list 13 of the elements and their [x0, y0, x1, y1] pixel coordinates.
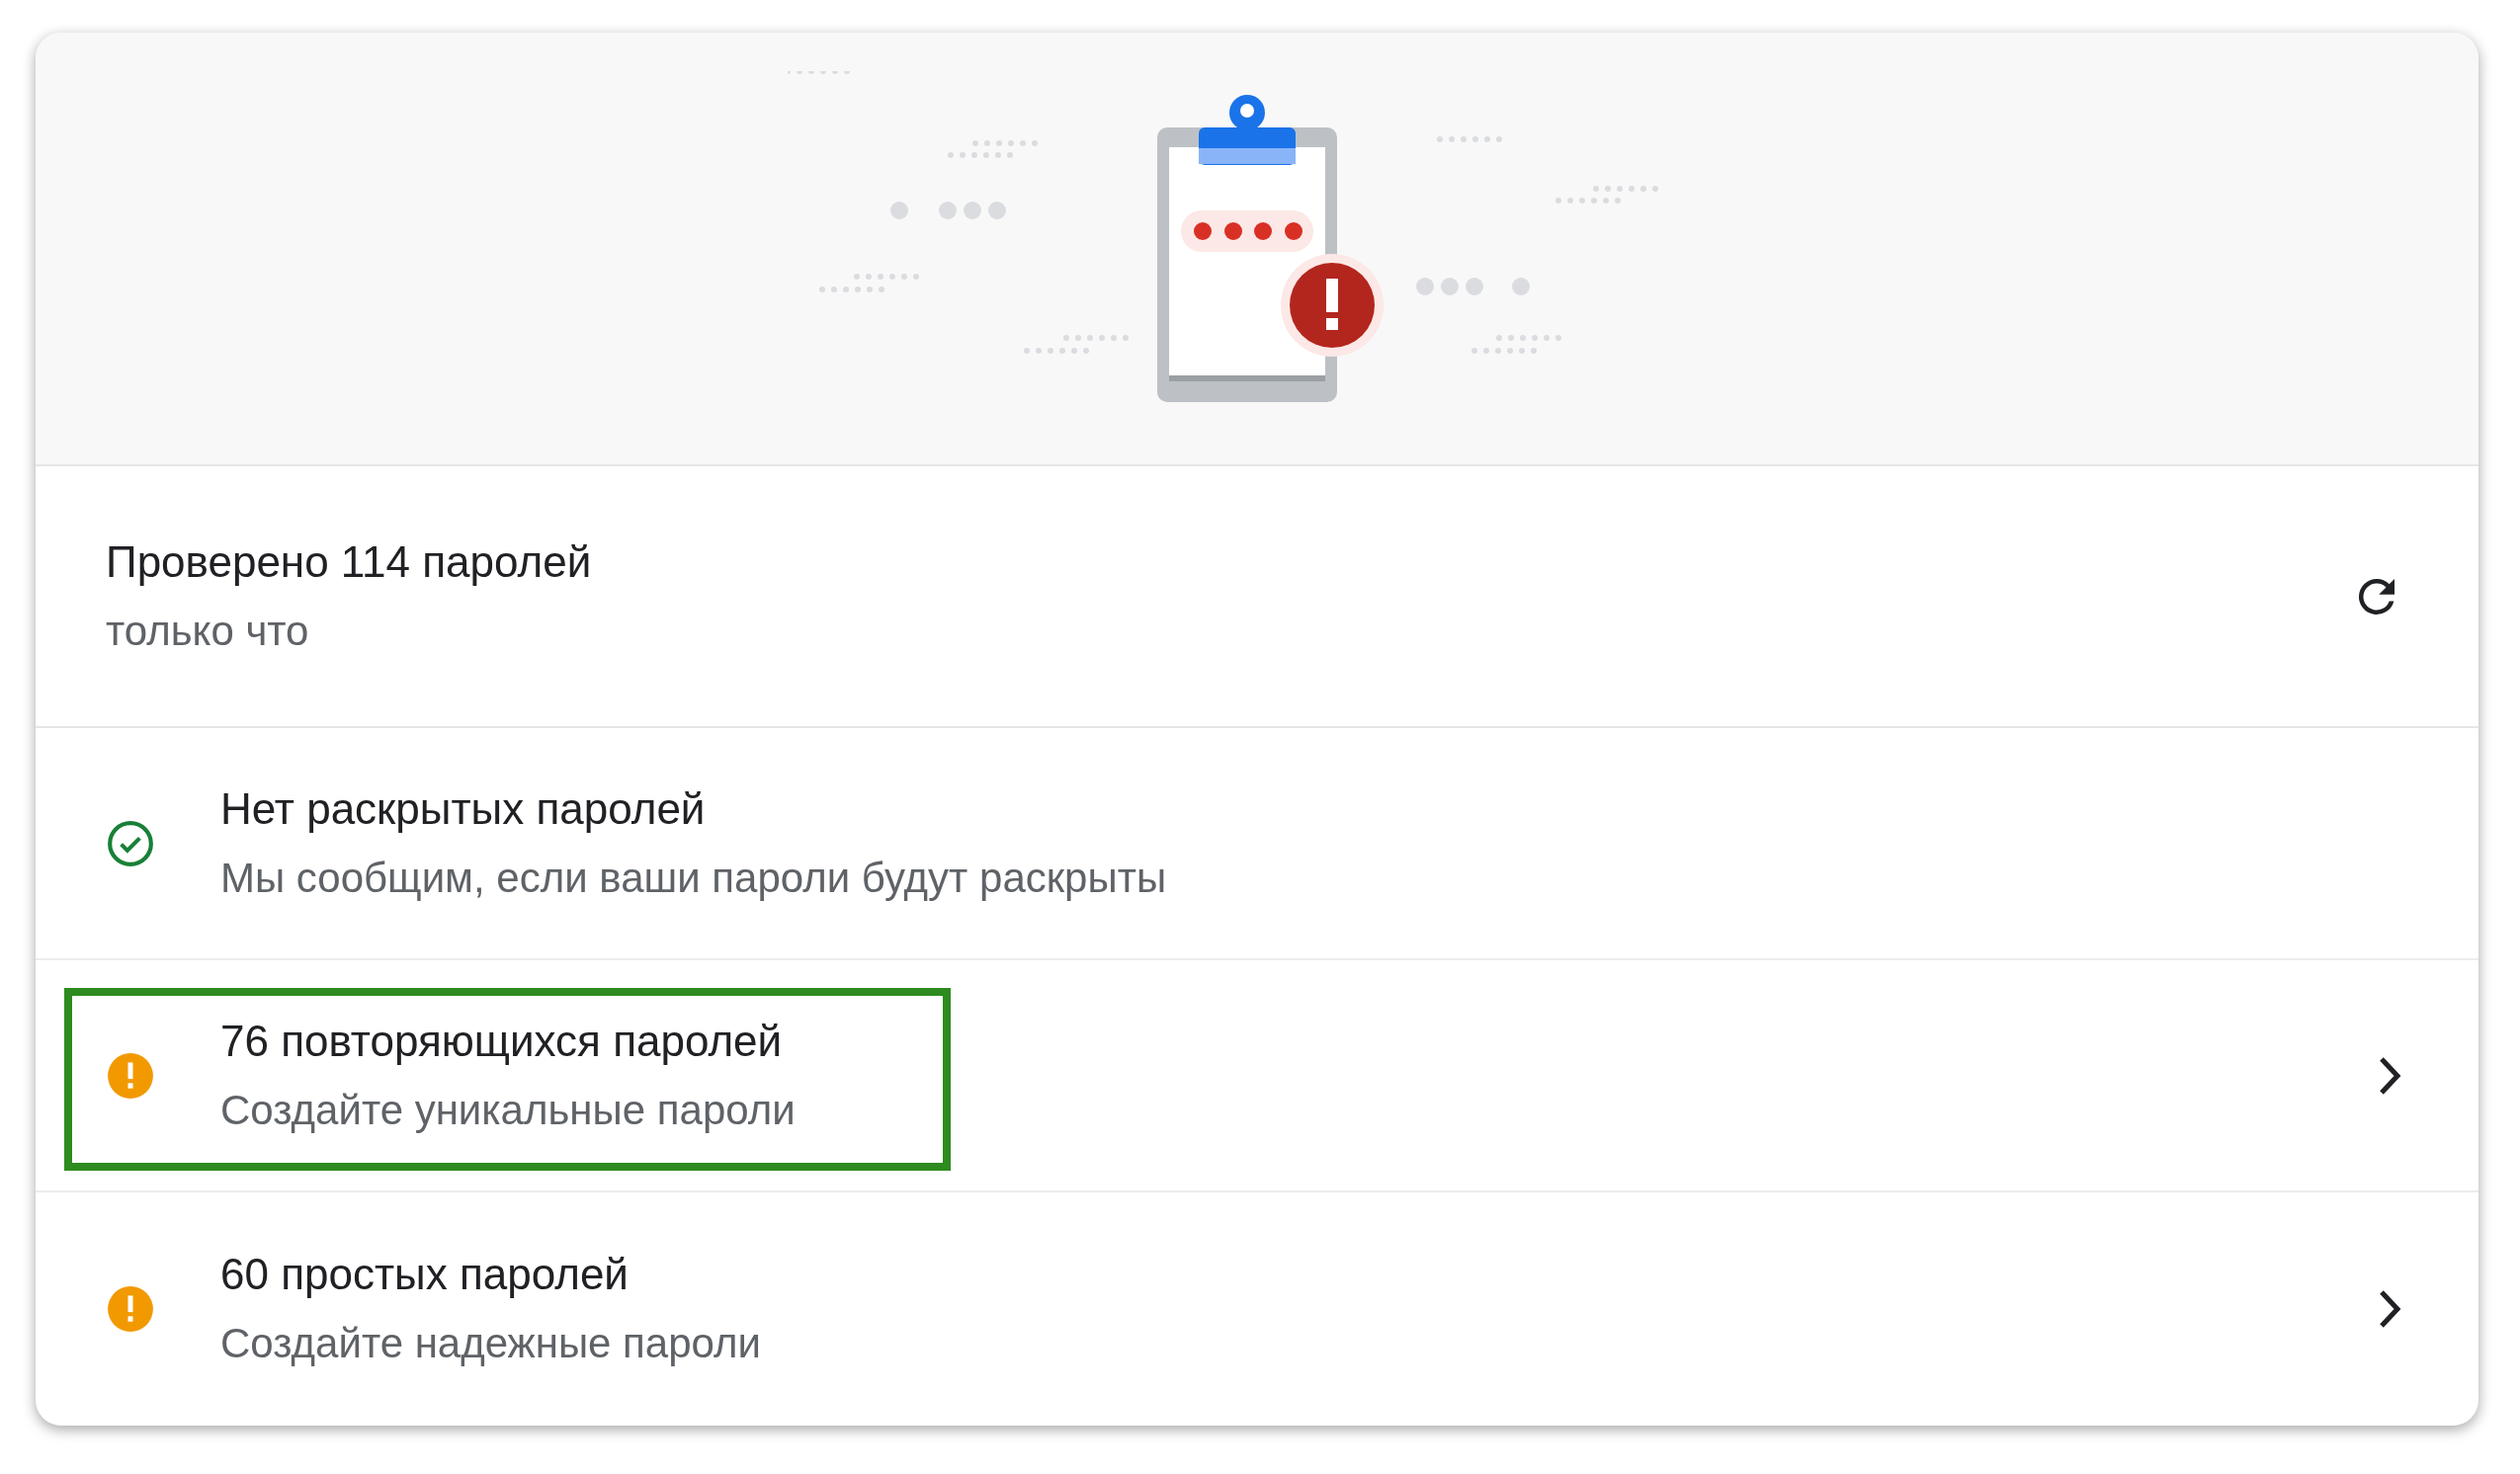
check-time-text: только что: [106, 606, 310, 656]
password-status-row[interactable]: 60 простых паролей Создайте надежные пароли: [36, 1192, 2478, 1425]
warning-icon: [106, 1283, 155, 1334]
issue-description: Мы сообщим, если ваши пароли будут раскрыты: [220, 853, 1167, 903]
issue-title: 60 простых паролей: [220, 1248, 630, 1300]
checked-count-title: Проверено 114 паролей: [106, 535, 592, 588]
issue-description: Создайте надежные пароли: [220, 1318, 761, 1368]
issue-description: Создайте уникальные пароли: [220, 1085, 796, 1135]
issue-title: 76 повторяющихся паролей: [220, 1015, 784, 1067]
warning-icon: [106, 1050, 155, 1101]
password-status-row[interactable]: 76 повторяющихся паролей Создайте уникальные пароли: [36, 960, 2478, 1192]
check-circle-icon: [106, 818, 155, 868]
issue-title: Нет раскрытых паролей: [220, 782, 707, 835]
